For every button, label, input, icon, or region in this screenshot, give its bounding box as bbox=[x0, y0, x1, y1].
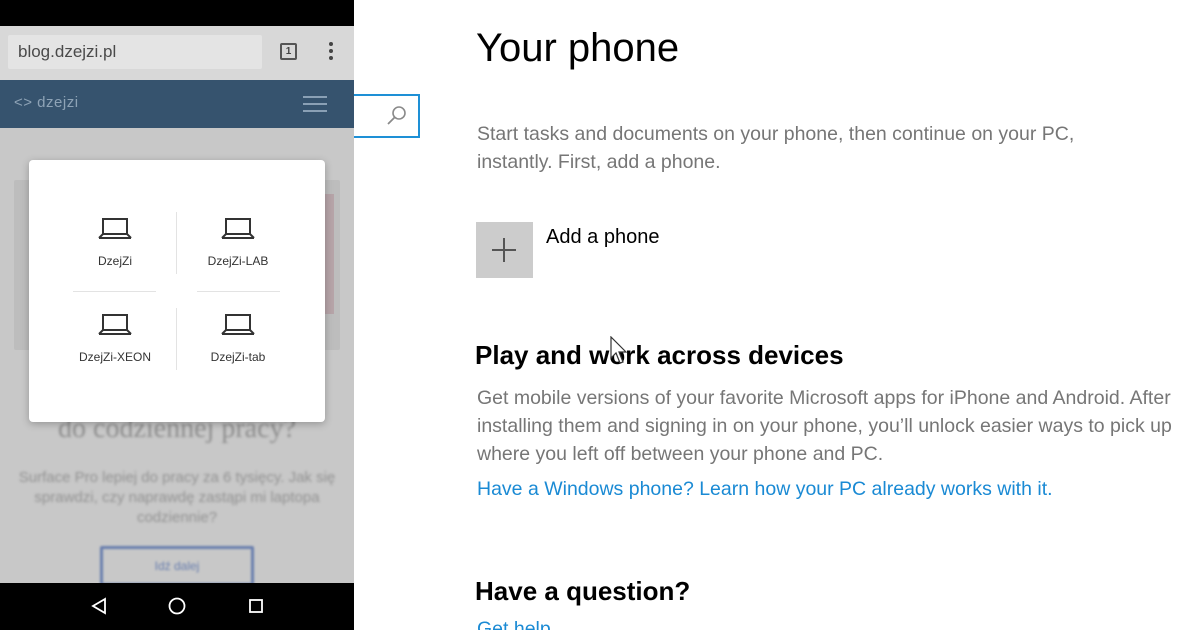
page-title: Your phone bbox=[476, 26, 680, 70]
add-phone-label[interactable]: Add a phone bbox=[546, 226, 659, 249]
device-option-dzejzi[interactable]: DzejZi bbox=[55, 216, 175, 268]
phone-screen: blog.dzejzi.pl 1 <> dzejzi do codziennej… bbox=[0, 0, 354, 630]
add-phone-button[interactable] bbox=[476, 222, 533, 278]
browser-toolbar: blog.dzejzi.pl 1 bbox=[0, 26, 354, 80]
back-icon[interactable] bbox=[88, 595, 110, 617]
url-bar[interactable]: blog.dzejzi.pl bbox=[8, 35, 262, 69]
device-option-dzejzi-xeon[interactable]: DzejZi-XEON bbox=[55, 312, 175, 364]
site-header: <> dzejzi bbox=[0, 80, 354, 128]
recents-icon[interactable] bbox=[245, 595, 267, 617]
overflow-menu-icon[interactable] bbox=[326, 42, 336, 64]
play-work-heading: Play and work across devices bbox=[475, 340, 844, 370]
site-logo[interactable]: <> dzejzi bbox=[14, 94, 79, 111]
device-label: DzejZi-tab bbox=[210, 350, 266, 364]
laptop-icon bbox=[98, 314, 132, 335]
get-help-link[interactable]: Get help bbox=[477, 618, 551, 630]
play-work-description: Get mobile versions of your favorite Mic… bbox=[477, 387, 1172, 465]
status-bar bbox=[0, 0, 354, 26]
divider bbox=[176, 212, 177, 274]
article-button: Idź dalej bbox=[100, 546, 254, 586]
question-heading: Have a question? bbox=[475, 576, 691, 606]
article-paragraph: Surface Pro lepiej do pracy za 6 tysięcy… bbox=[18, 469, 336, 526]
search-icon bbox=[387, 106, 406, 125]
device-option-dzejzi-tab[interactable]: DzejZi-tab bbox=[178, 312, 298, 364]
windows-phone-link[interactable]: Have a Windows phone? Learn how your PC … bbox=[477, 478, 1053, 501]
device-label: DzejZi-LAB bbox=[207, 254, 269, 268]
device-label: DzejZi-XEON bbox=[78, 350, 151, 364]
device-picker-dialog: DzejZi DzejZi-LAB DzejZi-XEON DzejZi-tab bbox=[29, 160, 325, 422]
home-icon[interactable] bbox=[166, 595, 188, 617]
mouse-cursor-icon bbox=[610, 336, 628, 364]
device-label: DzejZi bbox=[97, 254, 132, 268]
divider bbox=[73, 291, 156, 292]
laptop-icon bbox=[98, 218, 132, 239]
search-input[interactable] bbox=[354, 94, 420, 138]
divider bbox=[197, 291, 280, 292]
laptop-icon bbox=[221, 314, 255, 335]
hamburger-menu-icon[interactable] bbox=[303, 96, 327, 114]
android-nav-bar bbox=[0, 583, 354, 630]
tab-switcher-button[interactable]: 1 bbox=[280, 43, 297, 60]
laptop-icon bbox=[221, 218, 255, 239]
intro-text: Start tasks and documents on your phone,… bbox=[477, 123, 1075, 173]
device-option-dzejzi-lab[interactable]: DzejZi-LAB bbox=[178, 216, 298, 268]
divider bbox=[176, 308, 177, 370]
